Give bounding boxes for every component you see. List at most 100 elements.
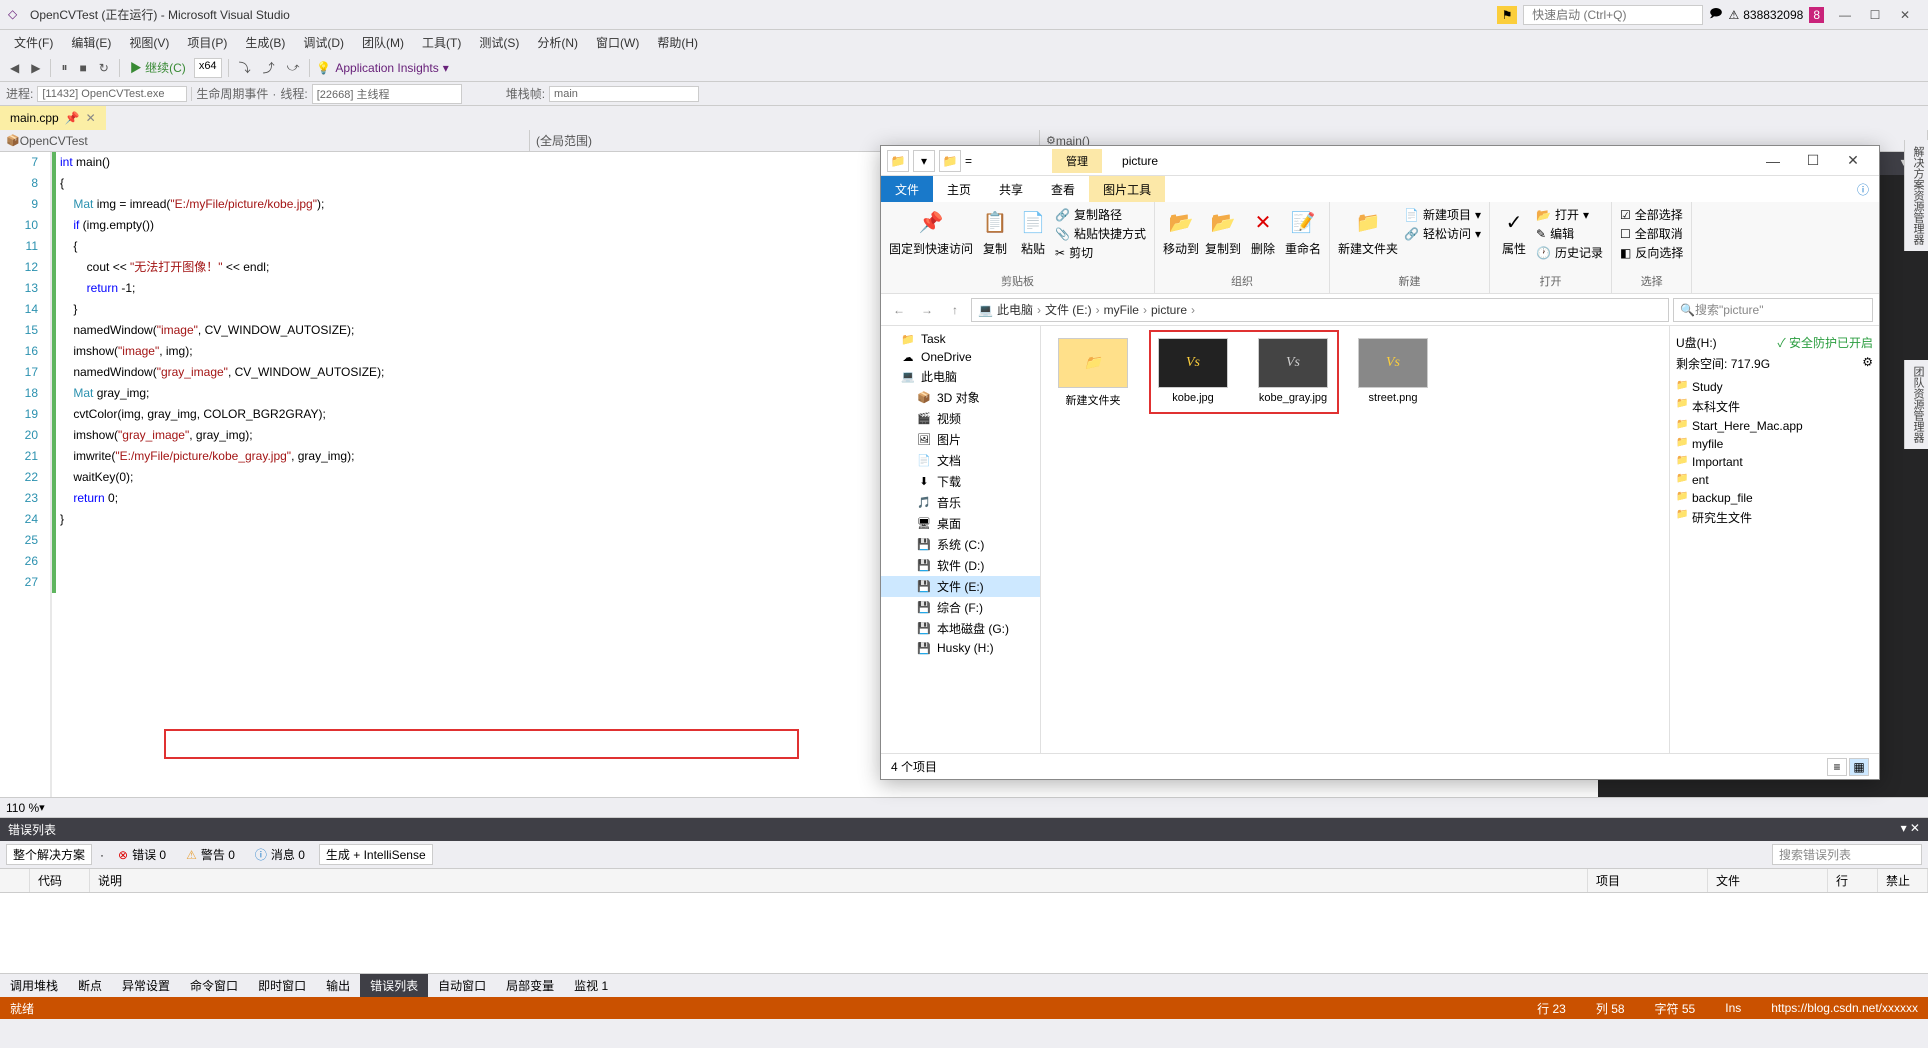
error-search[interactable]: 搜索错误列表 <box>1772 844 1922 865</box>
manage-tab[interactable]: 管理 <box>1052 149 1102 173</box>
menu-item[interactable]: 团队(M) <box>354 32 412 53</box>
explorer-search[interactable]: 🔍 搜索"picture" <box>1673 298 1873 322</box>
close-tab-icon[interactable]: ✕ <box>86 111 96 125</box>
file-area[interactable]: 📁新建文件夹Vskobe.jpgVskobe_gray.jpgVsstreet.… <box>1041 326 1669 753</box>
platform-combo[interactable]: x64 <box>194 58 222 78</box>
tree-item[interactable]: 🖥桌面 <box>881 513 1040 534</box>
side-tab-solution[interactable]: 解决方案资源管理器 <box>1904 140 1928 251</box>
bottom-tab[interactable]: 断点 <box>68 974 112 997</box>
quick-launch-input[interactable] <box>1523 5 1703 25</box>
exp-minimize[interactable]: — <box>1753 153 1793 169</box>
drive-folder[interactable]: Study <box>1676 378 1873 396</box>
tree-item[interactable]: 📦3D 对象 <box>881 387 1040 408</box>
menu-item[interactable]: 分析(N) <box>529 32 586 53</box>
bottom-tab[interactable]: 输出 <box>316 974 360 997</box>
drive-folder[interactable]: Start_Here_Mac.app <box>1676 417 1873 435</box>
menu-item[interactable]: 工具(T) <box>414 32 469 53</box>
file-item[interactable]: 📁新建文件夹 <box>1053 338 1133 408</box>
drive-folder[interactable]: ent <box>1676 471 1873 489</box>
pause-icon[interactable]: ⏸ <box>57 58 71 77</box>
icons-view-icon[interactable]: ▦ <box>1849 758 1869 776</box>
warnings-filter[interactable]: ⚠警告 0 <box>180 845 241 864</box>
pin-icon[interactable]: 📌 <box>65 111 80 125</box>
project-scope[interactable]: 📦 OpenCVTest <box>0 130 530 151</box>
step-out-icon[interactable]: ⤻ <box>283 58 304 77</box>
bottom-tab[interactable]: 即时窗口 <box>248 974 316 997</box>
open-button[interactable]: 📂 打开 ▾ <box>1536 206 1603 223</box>
copy-path[interactable]: 🔗 复制路径 <box>1055 206 1146 223</box>
scope-filter[interactable]: 整个解决方案 <box>6 844 92 865</box>
help-icon[interactable]: ⓘ <box>1847 176 1879 202</box>
step-icon[interactable]: ⤵ <box>235 57 255 78</box>
new-item[interactable]: 📄 新建项目 ▾ <box>1404 206 1481 223</box>
exp-maximize[interactable]: ☐ <box>1793 152 1833 169</box>
drive-folder[interactable]: Important <box>1676 453 1873 471</box>
back-icon[interactable]: ← <box>887 298 911 322</box>
paste-link[interactable]: 📎 粘贴快捷方式 <box>1055 225 1146 242</box>
address-bar[interactable]: 💻 此电脑 › 文件 (E:) › myFile › picture › <box>971 298 1669 322</box>
copy-button[interactable]: 📋复制 <box>979 206 1011 257</box>
bottom-tab[interactable]: 命令窗口 <box>180 974 248 997</box>
cut-button[interactable]: ✂ 剪切 <box>1055 244 1146 261</box>
tree-item[interactable]: ⬇下载 <box>881 471 1040 492</box>
select-none[interactable]: ☐ 全部取消 <box>1620 225 1683 242</box>
drive-folder[interactable]: backup_file <box>1676 489 1873 507</box>
menu-item[interactable]: 生成(B) <box>237 32 293 53</box>
tree-item[interactable]: ☁OneDrive <box>881 348 1040 366</box>
tree-item[interactable]: 💾系统 (C:) <box>881 534 1040 555</box>
dropdown-icon[interactable]: ▾ <box>913 150 935 172</box>
build-filter[interactable]: 生成 + IntelliSense <box>319 844 433 865</box>
new-folder-icon[interactable]: 📁 <box>939 150 961 172</box>
pin-quick-access[interactable]: 📌固定到快速访问 <box>889 206 973 257</box>
bottom-tab[interactable]: 错误列表 <box>360 974 428 997</box>
exp-menu-tab[interactable]: 共享 <box>985 176 1037 202</box>
move-to[interactable]: 📂移动到 <box>1163 206 1199 257</box>
errors-filter[interactable]: ⊗错误 0 <box>112 845 172 864</box>
restart-icon[interactable]: ↻ <box>95 59 113 77</box>
stop-icon[interactable]: ■ <box>75 59 90 77</box>
exp-menu-tab[interactable]: 主页 <box>933 176 985 202</box>
notification-count[interactable]: 8 <box>1809 7 1824 23</box>
tree-item[interactable]: 🎬视频 <box>881 408 1040 429</box>
folder-icon[interactable]: 📁 <box>887 150 909 172</box>
drive-folder[interactable]: 研究生文件 <box>1676 507 1873 528</box>
exp-menu-tab[interactable]: 文件 <box>881 176 933 202</box>
exp-close[interactable]: ✕ <box>1833 152 1873 169</box>
tree-item[interactable]: 📄文档 <box>881 450 1040 471</box>
menu-item[interactable]: 调试(D) <box>295 32 352 53</box>
delete-button[interactable]: ✕删除 <box>1247 206 1279 257</box>
file-item[interactable]: Vsstreet.png <box>1353 338 1433 404</box>
select-invert[interactable]: ◧ 反向选择 <box>1620 244 1683 261</box>
menu-item[interactable]: 窗口(W) <box>588 32 647 53</box>
menu-item[interactable]: 项目(P) <box>179 32 235 53</box>
tree-item[interactable]: 💾Husky (H:) <box>881 639 1040 657</box>
details-view-icon[interactable]: ≡ <box>1827 758 1847 776</box>
continue-button[interactable]: ▶ 继续(C) <box>126 57 190 78</box>
bottom-tab[interactable]: 调用堆栈 <box>0 974 68 997</box>
tree-item[interactable]: 💾本地磁盘 (G:) <box>881 618 1040 639</box>
menu-item[interactable]: 测试(S) <box>471 32 527 53</box>
menu-item[interactable]: 视图(V) <box>121 32 177 53</box>
process-combo[interactable]: [11432] OpenCVTest.exe <box>37 86 187 102</box>
panel-controls[interactable]: ▾ ✕ <box>1901 821 1920 838</box>
nav-fwd-icon[interactable]: ▶ <box>27 59 44 77</box>
maximize-button[interactable]: ☐ <box>1860 8 1890 22</box>
tree-item[interactable]: 💾文件 (E:) <box>881 576 1040 597</box>
history-button[interactable]: 🕐 历史记录 <box>1536 244 1603 261</box>
bottom-tab[interactable]: 监视 1 <box>564 974 618 997</box>
exp-menu-tab[interactable]: 查看 <box>1037 176 1089 202</box>
feedback-icon[interactable]: 🗩 <box>1709 4 1722 25</box>
thread-combo[interactable]: [22668] 主线程 <box>312 84 462 104</box>
paste-button[interactable]: 📄粘贴 <box>1017 206 1049 257</box>
app-insights-button[interactable]: 💡 Application Insights ▾ <box>316 61 448 75</box>
gear-icon[interactable]: ⚙ <box>1862 355 1873 372</box>
menu-item[interactable]: 编辑(E) <box>63 32 119 53</box>
notification-flag-icon[interactable]: ⚑ <box>1497 6 1517 24</box>
easy-access[interactable]: 🔗 轻松访问 ▾ <box>1404 225 1481 242</box>
tree-item[interactable]: 🎵音乐 <box>881 492 1040 513</box>
messages-filter[interactable]: ⓘ消息 0 <box>249 845 311 864</box>
rename-button[interactable]: 📝重命名 <box>1285 206 1321 257</box>
properties-button[interactable]: ✓属性 <box>1498 206 1530 257</box>
drive-folder[interactable]: myfile <box>1676 435 1873 453</box>
side-tab-team[interactable]: 团队资源管理器 <box>1904 360 1928 449</box>
